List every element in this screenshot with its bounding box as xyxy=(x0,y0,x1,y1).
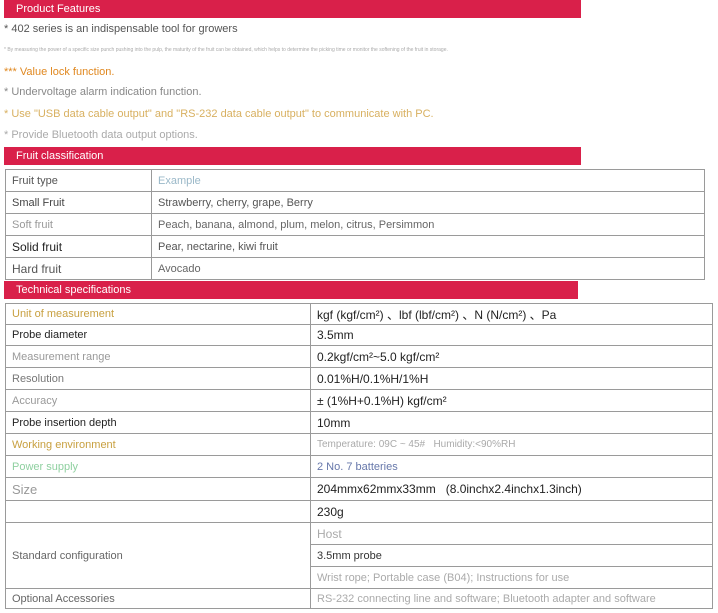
standard-item-host: Host xyxy=(310,522,713,545)
spec-label-cell xyxy=(5,500,311,523)
table-row: Accuracy ± (1%H+0.1%H) kgf/cm² xyxy=(5,389,713,412)
feature-item-value-lock: *** Value lock function. xyxy=(4,66,115,78)
spec-value-cell: 3.5mm xyxy=(310,324,713,346)
fruit-example-cell: Pear, nectarine, kiwi fruit xyxy=(151,235,705,258)
technical-specifications-header: Technical specifications xyxy=(4,281,578,299)
table-row: Power supply 2 No. 7 batteries xyxy=(5,455,713,478)
spec-value-cell: 0.2kgf/cm²~5.0 kgf/cm² xyxy=(310,345,713,368)
spec-value-cell: 10mm xyxy=(310,411,713,434)
feature-item-undervoltage: * Undervoltage alarm indication function… xyxy=(4,86,202,98)
table-row: Standard configuration Host xyxy=(5,522,713,589)
table-row: Hard fruit Avocado xyxy=(5,257,705,280)
table-row: Solid fruit Pear, nectarine, kiwi fruit xyxy=(5,235,705,258)
table-row: Size 204mmx62mmx33mm (8.0inchx2.4inchx1.… xyxy=(5,477,713,501)
spec-value-cell: 230g xyxy=(310,500,713,523)
standard-item-probe: 3.5mm probe xyxy=(310,544,713,567)
optional-accessories-label: Optional Accessories xyxy=(5,588,311,609)
fruit-example-cell: Avocado xyxy=(151,257,705,280)
features-intro: * 402 series is an indispensable tool fo… xyxy=(4,23,238,35)
fruit-type-cell: Fruit type xyxy=(5,169,152,192)
spec-label-cell: Unit of measurement xyxy=(5,303,311,325)
spec-label-cell: Probe diameter xyxy=(5,324,311,346)
fruit-type-cell: Hard fruit xyxy=(5,257,152,280)
table-row: Fruit type Example xyxy=(5,169,705,192)
table-row: Small Fruit Strawberry, cherry, grape, B… xyxy=(5,191,705,214)
table-row: Measurement range 0.2kgf/cm²~5.0 kgf/cm² xyxy=(5,345,713,368)
table-row: Optional Accessories RS-232 connecting l… xyxy=(5,588,713,609)
fruit-example-cell: Strawberry, cherry, grape, Berry xyxy=(151,191,705,214)
feature-item-bluetooth: * Provide Bluetooth data output options. xyxy=(4,129,198,141)
spec-label-cell: Size xyxy=(5,477,311,501)
spec-label-cell: Working environment xyxy=(5,433,311,456)
table-row: Probe insertion depth 10mm xyxy=(5,411,713,434)
standard-configuration-label: Standard configuration xyxy=(5,522,311,589)
fruit-type-cell: Small Fruit xyxy=(5,191,152,214)
standard-item-accessories: Wrist rope; Portable case (B04); Instruc… xyxy=(310,566,713,589)
feature-item-usb-rs232: * Use "USB data cable output" and "RS-23… xyxy=(4,108,434,120)
table-row: Unit of measurement kgf (kgf/cm²) 、lbf (… xyxy=(5,303,713,325)
table-row: Resolution 0.01%H/0.1%H/1%H xyxy=(5,367,713,390)
product-features-header: Product Features xyxy=(4,0,581,18)
spec-value-cell: 204mmx62mmx33mm (8.0inchx2.4inchx1.3inch… xyxy=(310,477,713,501)
fruit-classification-header: Fruit classification xyxy=(4,147,581,165)
table-row: 230g xyxy=(5,500,713,523)
table-row: Soft fruit Peach, banana, almond, plum, … xyxy=(5,213,705,236)
spec-value-cell: 2 No. 7 batteries xyxy=(310,455,713,478)
spec-label-cell: Power supply xyxy=(5,455,311,478)
spec-label-cell: Measurement range xyxy=(5,345,311,368)
spec-label-cell: Accuracy xyxy=(5,389,311,412)
spec-table: Unit of measurement kgf (kgf/cm²) 、lbf (… xyxy=(5,303,713,609)
table-row: Working environment Temperature: 09C ~ 4… xyxy=(5,433,713,456)
spec-label-cell: Resolution xyxy=(5,367,311,390)
optional-accessories-value: RS-232 connecting line and software; Blu… xyxy=(310,588,713,609)
spec-value-cell: Temperature: 09C ~ 45# Humidity:<90%RH xyxy=(310,433,713,456)
fruit-type-cell: Solid fruit xyxy=(5,235,152,258)
features-small-note: * By measuring the power of a specific s… xyxy=(4,47,448,53)
spec-value-cell: ± (1%H+0.1%H) kgf/cm² xyxy=(310,389,713,412)
fruit-example-cell: Peach, banana, almond, plum, melon, citr… xyxy=(151,213,705,236)
spec-label-cell: Probe insertion depth xyxy=(5,411,311,434)
table-row: Probe diameter 3.5mm xyxy=(5,324,713,346)
spec-value-cell: kgf (kgf/cm²) 、lbf (lbf/cm²) 、N (N/cm²) … xyxy=(310,303,713,325)
fruit-type-cell: Soft fruit xyxy=(5,213,152,236)
fruit-example-cell: Example xyxy=(151,169,705,192)
fruit-table: Fruit type Example Small Fruit Strawberr… xyxy=(5,169,705,280)
spec-value-cell: 0.01%H/0.1%H/1%H xyxy=(310,367,713,390)
